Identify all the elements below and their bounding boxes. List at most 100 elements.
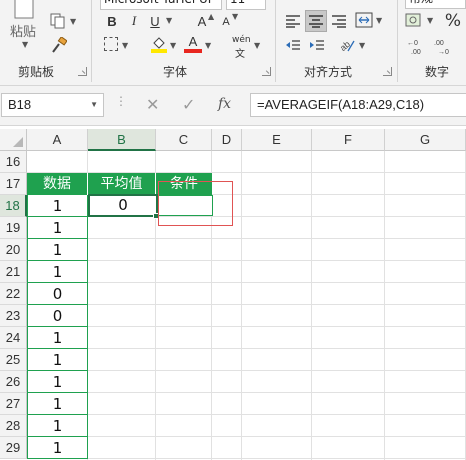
data-cell-a25[interactable]: 1: [27, 349, 88, 371]
increase-indent-icon[interactable]: [309, 38, 325, 52]
paste-icon[interactable]: [12, 0, 38, 20]
row-header-22[interactable]: 22: [0, 283, 27, 305]
svg-text:←0: ←0: [407, 40, 418, 47]
align-left-icon[interactable]: [285, 13, 301, 28]
shrink-font-button[interactable]: A: [220, 13, 232, 31]
phonetic-guide-top[interactable]: wén: [232, 35, 251, 45]
name-box[interactable]: B18 ▼: [1, 93, 104, 117]
data-cell-a18[interactable]: 1: [27, 195, 88, 217]
row-header-27[interactable]: 27: [0, 393, 27, 415]
grow-font-icon: ▲: [208, 12, 215, 21]
merge-dropdown-icon[interactable]: ▼: [376, 16, 382, 25]
column-header-b[interactable]: B: [88, 129, 156, 151]
row-header-23[interactable]: 23: [0, 305, 27, 327]
phonetic-guide-bottom[interactable]: 文: [235, 45, 245, 60]
underline-dropdown-icon[interactable]: ▼: [166, 16, 172, 25]
copy-icon[interactable]: [50, 13, 68, 29]
data-cell-a26[interactable]: 1: [27, 371, 88, 393]
row-header-17[interactable]: 17: [0, 173, 27, 195]
data-cell-a22[interactable]: 0: [27, 283, 88, 305]
row-header-16[interactable]: 16: [0, 151, 27, 173]
highlight-box: [158, 181, 233, 226]
fill-color-icon[interactable]: [151, 35, 167, 53]
borders-icon[interactable]: [104, 37, 118, 51]
decrease-indent-icon[interactable]: [285, 38, 301, 52]
insert-function-button[interactable]: fx: [218, 96, 231, 112]
paste-dropdown-icon[interactable]: ▼: [22, 40, 28, 49]
close-icon[interactable]: ✕: [146, 95, 159, 114]
row-header-20[interactable]: 20: [0, 239, 27, 261]
ribbon-separator: [275, 0, 276, 82]
borders-dropdown-icon[interactable]: ▼: [122, 41, 128, 50]
font-color-dropdown-icon[interactable]: ▼: [205, 41, 211, 50]
bold-button[interactable]: B: [104, 11, 120, 31]
merge-center-icon[interactable]: [355, 12, 373, 28]
header-cell-average[interactable]: 平均值: [88, 173, 156, 195]
fill-color-dropdown-icon[interactable]: ▼: [170, 41, 176, 50]
alignment-launcher-icon[interactable]: [383, 67, 392, 76]
row-header-25[interactable]: 25: [0, 349, 27, 371]
svg-text:.00: .00: [411, 49, 421, 55]
percent-style-button[interactable]: %: [443, 10, 463, 32]
worksheet-grid: ABCDEFG 16 17 18 19 20 21 22 23 24 25 26 27 28 29 数据 …: [0, 129, 466, 460]
font-name-select[interactable]: Microsoft YaHei UI: [100, 0, 222, 10]
formula-bar-splitter-icon[interactable]: ⋮: [115, 95, 127, 107]
select-all-button[interactable]: [0, 129, 27, 151]
data-cell-a21[interactable]: 1: [27, 261, 88, 283]
number-format-select[interactable]: 常规: [405, 0, 466, 9]
data-cell-a19[interactable]: 1: [27, 217, 88, 239]
grow-font-button[interactable]: A: [195, 11, 209, 31]
increase-decimal-icon[interactable]: ←0.00: [407, 37, 427, 56]
row-header-24[interactable]: 24: [0, 327, 27, 349]
gridline: [27, 436, 466, 437]
data-cell-a27[interactable]: 1: [27, 393, 88, 415]
font-launcher-icon[interactable]: [262, 67, 271, 76]
align-center-icon: [309, 15, 323, 28]
accounting-dropdown-icon[interactable]: ▼: [427, 16, 433, 25]
row-header-18[interactable]: 18: [0, 195, 27, 217]
active-cell-b18[interactable]: 0: [88, 194, 158, 217]
gridline: [27, 458, 466, 459]
formula-bar: B18 ▼ ⋮ ✕ ✓ fx =AVERAGEIF(A18:A29,C18): [0, 86, 466, 126]
phonetic-dropdown-icon[interactable]: ▼: [254, 41, 260, 50]
row-header-26[interactable]: 26: [0, 371, 27, 393]
row-header-28[interactable]: 28: [0, 415, 27, 437]
column-header-f[interactable]: F: [312, 129, 385, 151]
data-cell-a24[interactable]: 1: [27, 327, 88, 349]
data-cell-a23[interactable]: 0: [27, 305, 88, 327]
font-color-button[interactable]: A: [185, 33, 201, 49]
align-right-icon[interactable]: [331, 13, 347, 28]
column-header-e[interactable]: E: [242, 129, 312, 151]
copy-dropdown-icon[interactable]: ▼: [70, 17, 76, 26]
name-box-value: B18: [8, 97, 32, 112]
row-header-29[interactable]: 29: [0, 437, 27, 459]
font-size-select[interactable]: 11: [226, 0, 266, 10]
italic-button[interactable]: I: [126, 11, 142, 31]
column-header-g[interactable]: G: [385, 129, 466, 151]
paste-button[interactable]: 粘贴: [10, 21, 36, 40]
formula-input[interactable]: =AVERAGEIF(A18:A29,C18): [250, 93, 466, 117]
column-header-c[interactable]: C: [156, 129, 212, 151]
align-center-button[interactable]: [305, 10, 327, 32]
name-box-dropdown-icon[interactable]: ▼: [90, 94, 98, 116]
decrease-decimal-icon[interactable]: .00 →0: [434, 37, 454, 56]
ribbon-separator: [397, 0, 398, 82]
data-cell-a29[interactable]: 1: [27, 437, 88, 459]
check-icon[interactable]: ✓: [182, 95, 195, 114]
column-header-a[interactable]: A: [27, 129, 88, 151]
row-header-19[interactable]: 19: [0, 217, 27, 239]
accounting-format-icon[interactable]: [405, 11, 423, 29]
svg-text:ab: ab: [339, 39, 352, 53]
clipboard-launcher-icon[interactable]: [78, 67, 87, 76]
orientation-icon[interactable]: ab: [338, 37, 355, 53]
header-cell-data[interactable]: 数据: [27, 173, 88, 195]
underline-button[interactable]: U: [147, 11, 163, 31]
gridline: [27, 392, 466, 393]
orientation-dropdown-icon[interactable]: ▼: [359, 41, 365, 50]
row-header-21[interactable]: 21: [0, 261, 27, 283]
svg-text:.00: .00: [434, 40, 444, 47]
data-cell-a28[interactable]: 1: [27, 415, 88, 437]
format-painter-icon[interactable]: [51, 36, 68, 53]
column-header-d[interactable]: D: [212, 129, 242, 151]
data-cell-a20[interactable]: 1: [27, 239, 88, 261]
